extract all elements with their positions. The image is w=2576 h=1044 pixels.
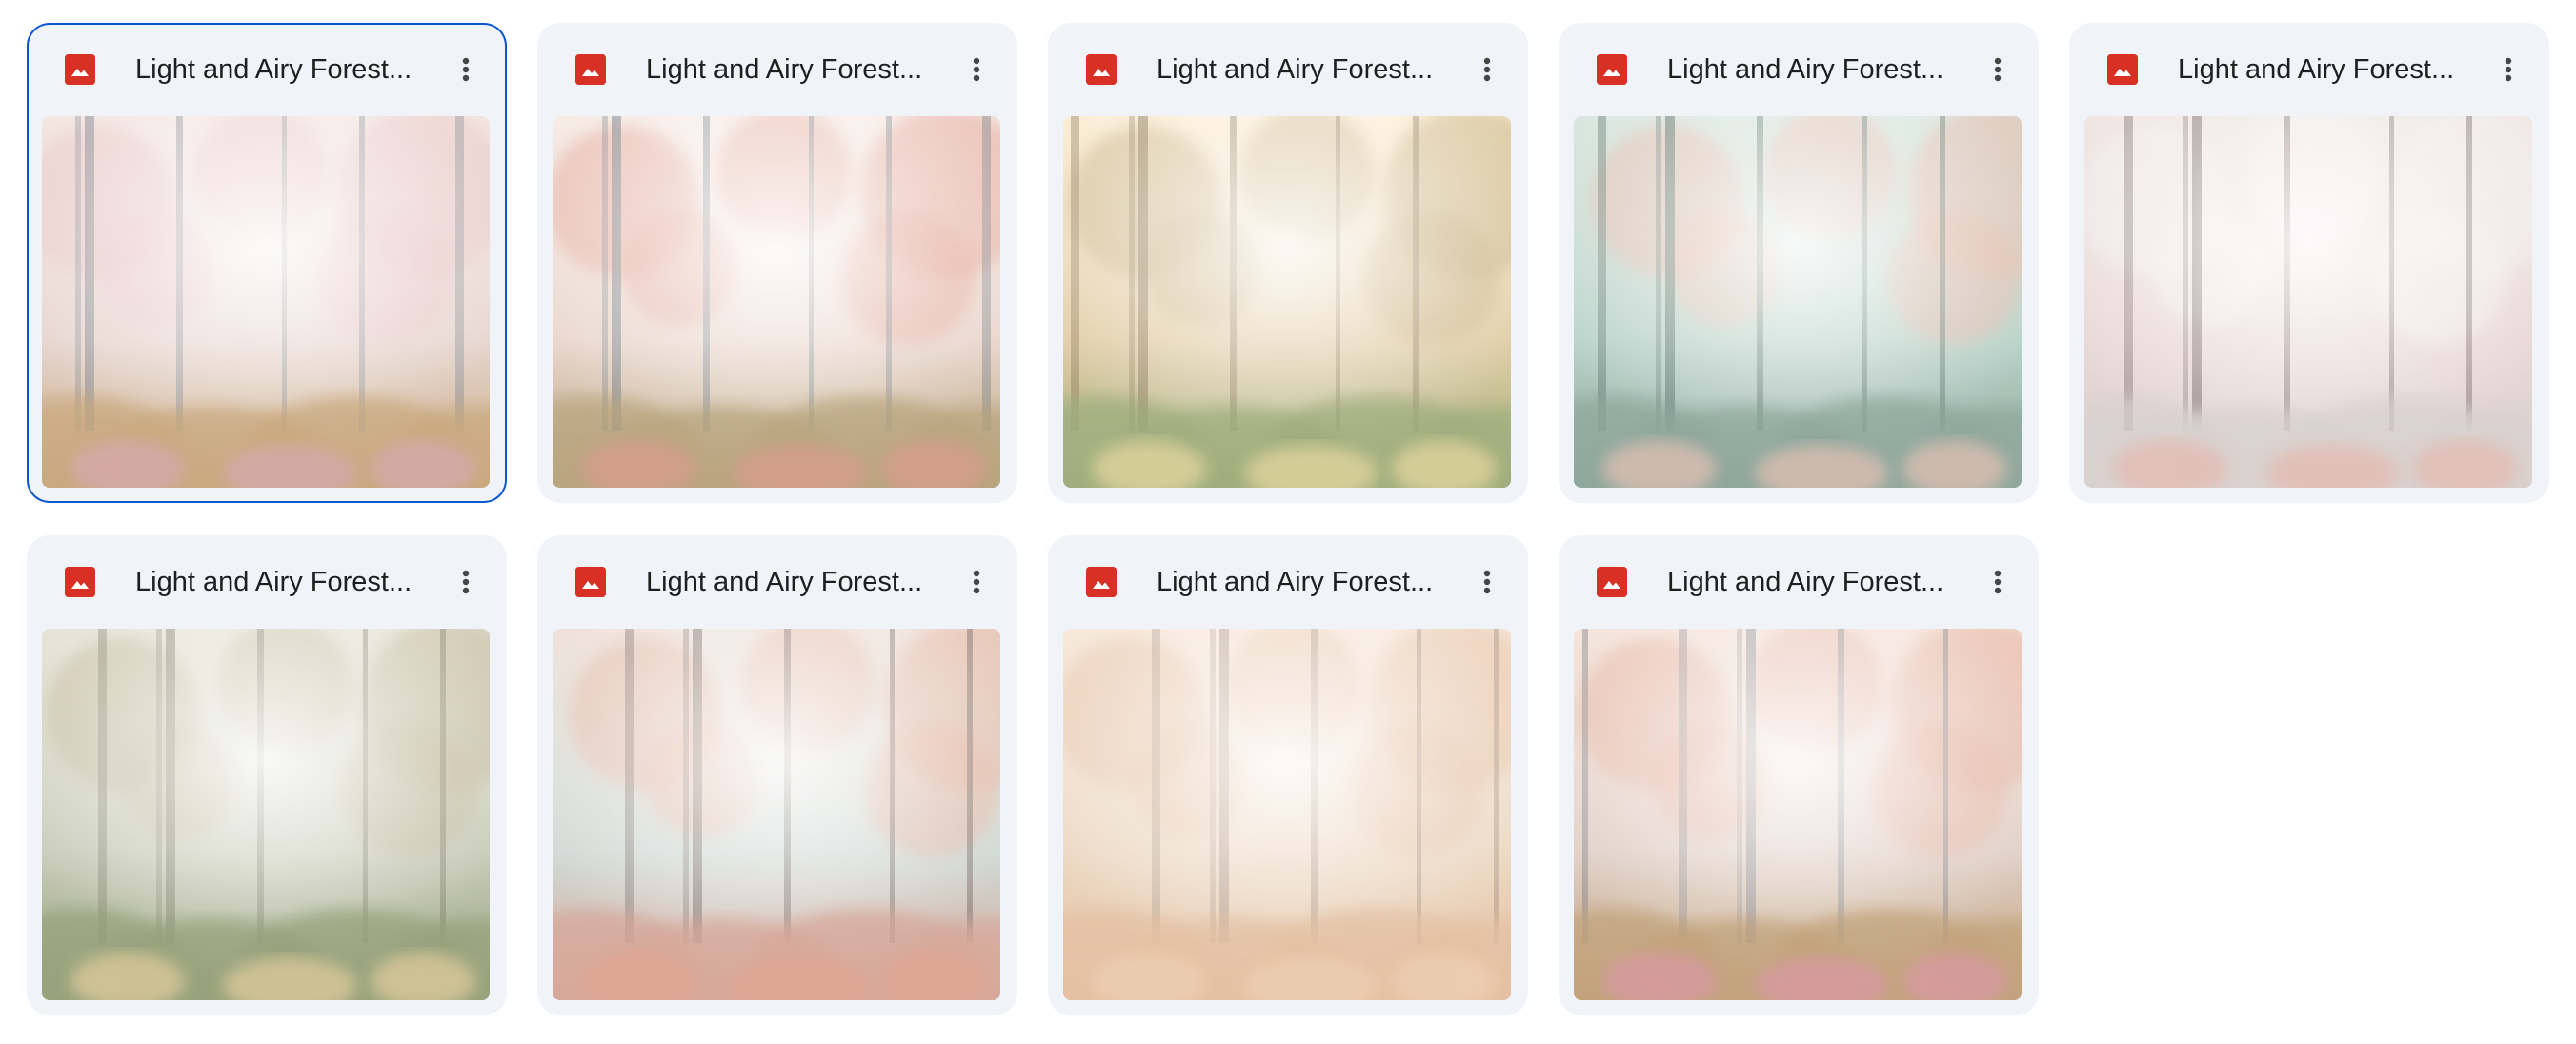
file-card[interactable]: Light and Airy Forest... — [2069, 23, 2549, 503]
file-name: Light and Airy Forest... — [135, 567, 413, 597]
image-thumbnail[interactable] — [42, 116, 490, 488]
more-vertical-icon — [1994, 570, 2002, 594]
file-card-header: Light and Airy Forest... — [537, 535, 1017, 629]
file-card-header: Light and Airy Forest... — [27, 535, 507, 629]
more-actions-button[interactable] — [1465, 48, 1509, 91]
file-name: Light and Airy Forest... — [2178, 54, 2455, 85]
more-vertical-icon — [1483, 57, 1491, 82]
file-name: Light and Airy Forest... — [135, 54, 413, 85]
forest-image — [2084, 116, 2532, 488]
file-card[interactable]: Light and Airy Forest... — [27, 535, 507, 1015]
file-card[interactable]: Light and Airy Forest... — [1559, 23, 2039, 503]
file-card[interactable]: Light and Airy Forest... — [537, 23, 1017, 503]
more-vertical-icon — [462, 570, 470, 594]
file-card-header: Light and Airy Forest... — [1048, 23, 1528, 116]
image-thumbnail[interactable] — [553, 629, 1000, 1000]
file-card-header: Light and Airy Forest... — [537, 23, 1017, 116]
more-vertical-icon — [2505, 57, 2512, 82]
file-name: Light and Airy Forest... — [1667, 567, 1944, 597]
more-actions-button[interactable] — [955, 48, 998, 91]
more-vertical-icon — [1483, 570, 1491, 594]
image-file-icon — [65, 567, 95, 597]
forest-image — [42, 116, 490, 488]
file-card-header: Light and Airy Forest... — [2069, 23, 2549, 116]
file-name: Light and Airy Forest... — [646, 54, 923, 85]
more-actions-button[interactable] — [444, 48, 488, 91]
file-grid: Light and Airy Forest... Light and Airy … — [27, 23, 2549, 1015]
more-actions-button[interactable] — [1465, 560, 1509, 604]
image-file-icon — [65, 54, 95, 85]
image-file-icon — [1597, 567, 1627, 597]
more-actions-button[interactable] — [1976, 560, 2020, 604]
image-file-icon — [1086, 54, 1117, 85]
image-file-icon — [575, 567, 606, 597]
file-name: Light and Airy Forest... — [646, 567, 923, 597]
more-actions-button[interactable] — [1976, 48, 2020, 91]
file-card[interactable]: Light and Airy Forest... — [537, 535, 1017, 1015]
image-thumbnail[interactable] — [2084, 116, 2532, 488]
forest-image — [1574, 116, 2022, 488]
file-name: Light and Airy Forest... — [1157, 567, 1434, 597]
forest-image — [1063, 116, 1511, 488]
image-thumbnail[interactable] — [1574, 116, 2022, 488]
forest-image — [42, 629, 490, 1000]
image-file-icon — [1597, 54, 1627, 85]
forest-image — [553, 116, 1000, 488]
image-thumbnail[interactable] — [1063, 629, 1511, 1000]
image-file-icon — [1086, 567, 1117, 597]
more-vertical-icon — [973, 57, 980, 82]
image-file-icon — [2107, 54, 2138, 85]
more-vertical-icon — [1994, 57, 2002, 82]
file-card[interactable]: Light and Airy Forest... — [1048, 535, 1528, 1015]
more-actions-button[interactable] — [2486, 48, 2530, 91]
file-card[interactable]: Light and Airy Forest... — [27, 23, 507, 503]
file-card-header: Light and Airy Forest... — [1048, 535, 1528, 629]
image-thumbnail[interactable] — [1574, 629, 2022, 1000]
more-actions-button[interactable] — [444, 560, 488, 604]
forest-image — [1574, 629, 2022, 1000]
file-card-header: Light and Airy Forest... — [1559, 23, 2039, 116]
more-vertical-icon — [462, 57, 470, 82]
file-card[interactable]: Light and Airy Forest... — [1048, 23, 1528, 503]
file-card-header: Light and Airy Forest... — [27, 23, 507, 116]
image-thumbnail[interactable] — [42, 629, 490, 1000]
image-thumbnail[interactable] — [553, 116, 1000, 488]
file-card-header: Light and Airy Forest... — [1559, 535, 2039, 629]
more-actions-button[interactable] — [955, 560, 998, 604]
more-vertical-icon — [973, 570, 980, 594]
forest-image — [1063, 629, 1511, 1000]
forest-image — [553, 629, 1000, 1000]
image-file-icon — [575, 54, 606, 85]
file-name: Light and Airy Forest... — [1667, 54, 1944, 85]
file-name: Light and Airy Forest... — [1157, 54, 1434, 85]
image-thumbnail[interactable] — [1063, 116, 1511, 488]
file-card[interactable]: Light and Airy Forest... — [1559, 535, 2039, 1015]
